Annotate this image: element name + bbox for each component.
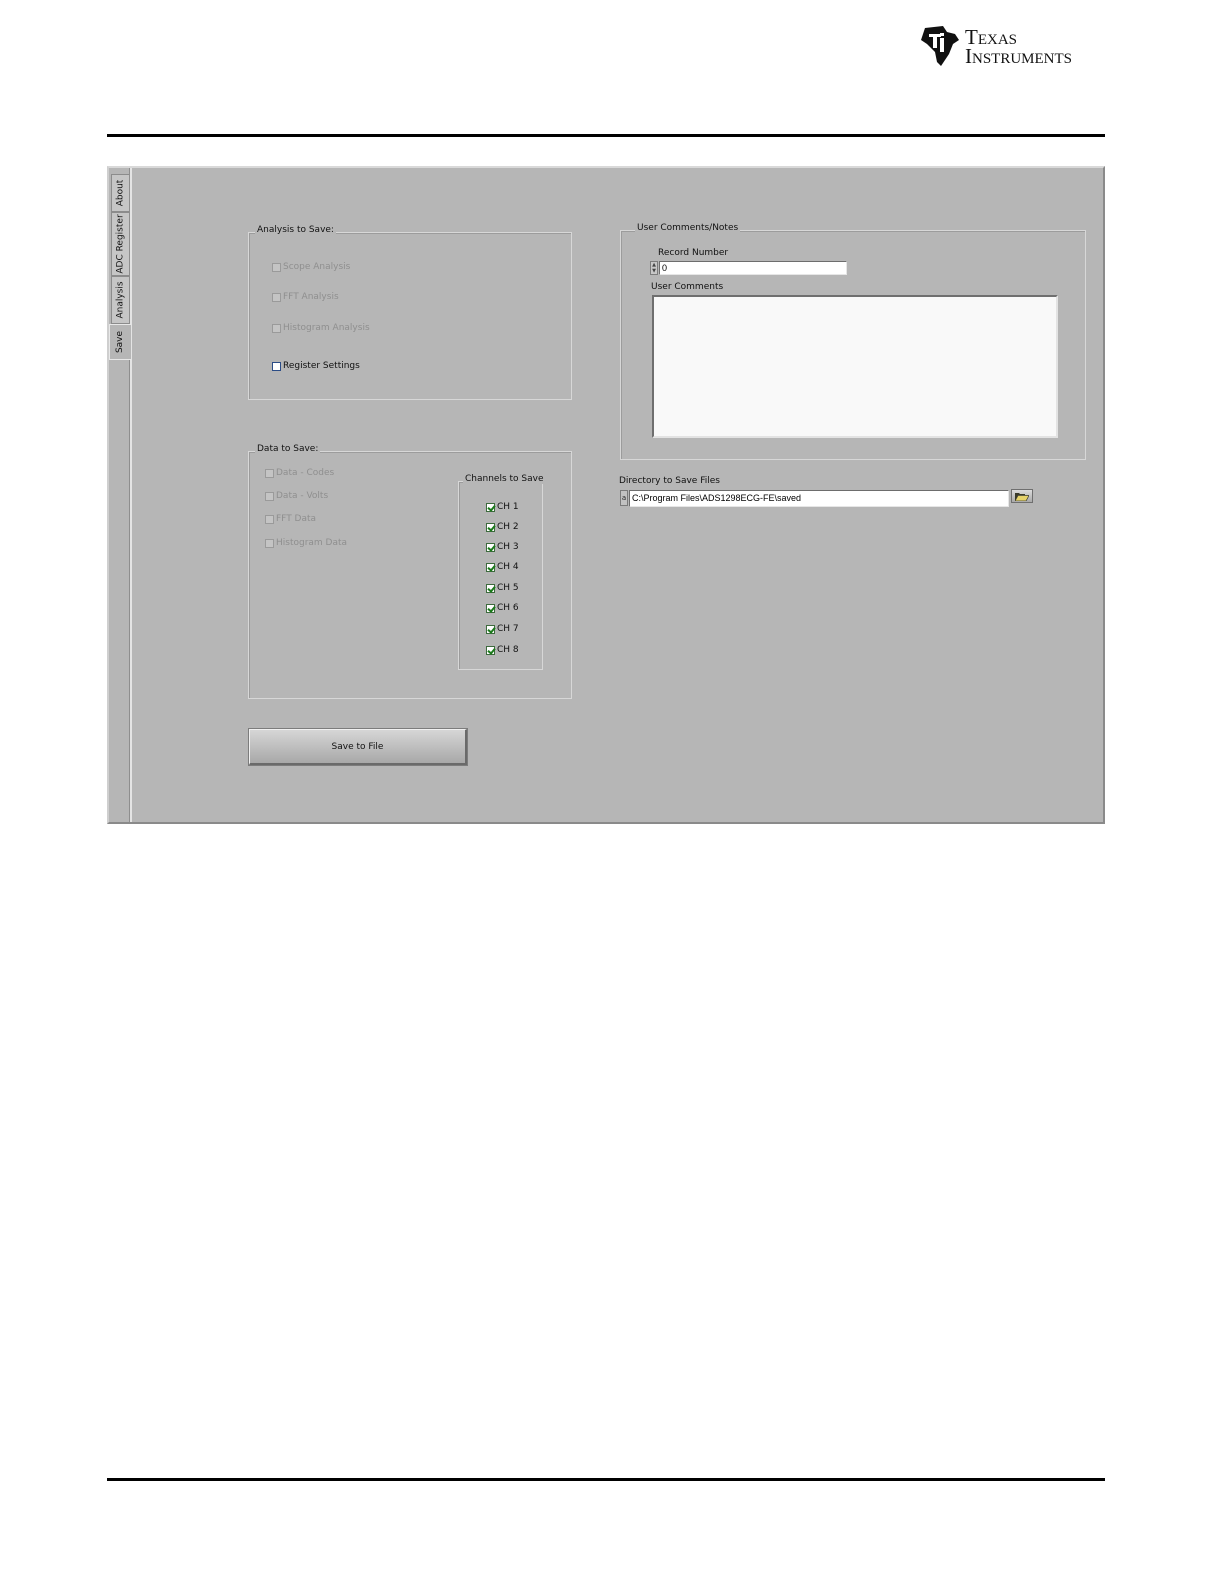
brand-line2: Instruments	[965, 44, 1073, 68]
analysis-group-title: Analysis to Save:	[255, 225, 336, 235]
tab-strip: About ADC Register Analysis Save	[109, 168, 132, 822]
checkbox-box[interactable]	[265, 514, 274, 524]
checkbox-label: Histogram Analysis	[283, 323, 370, 333]
tab-panel-edge	[129, 168, 132, 822]
checkbox-label: CH 6	[497, 603, 519, 613]
analysis-to-save-group	[248, 232, 572, 400]
record-number-label: Record Number	[658, 248, 729, 258]
checkbox-box[interactable]	[486, 522, 495, 532]
checkbox-box[interactable]	[265, 468, 274, 478]
data-group-title: Data to Save:	[255, 444, 321, 454]
comments-group-title: User Comments/Notes	[635, 223, 741, 233]
checkbox-box[interactable]	[486, 603, 495, 613]
channels-group-title: Channels to Save	[463, 474, 546, 484]
fft-data-checkbox[interactable]: FFT Data	[265, 514, 316, 524]
footer-rule	[107, 1478, 1105, 1481]
tab-analysis[interactable]: Analysis	[111, 276, 129, 324]
data-volts-checkbox[interactable]: Data - Volts	[265, 491, 328, 501]
checkbox-box[interactable]	[486, 583, 495, 593]
tab-save[interactable]: Save	[109, 324, 131, 360]
ch6-checkbox[interactable]: CH 6	[486, 603, 519, 613]
checkbox-label: Scope Analysis	[283, 262, 351, 272]
path-icon: a	[620, 490, 628, 506]
checkbox-label: CH 3	[497, 542, 519, 552]
checkbox-label: CH 8	[497, 645, 519, 655]
ti-logo: Texas Instruments	[919, 24, 1109, 70]
histogram-data-checkbox[interactable]: Histogram Data	[265, 538, 347, 548]
checkbox-label: FFT Analysis	[283, 292, 339, 302]
checkbox-label: Data - Codes	[276, 468, 335, 478]
directory-path-field[interactable]: C:\Program Files\ADS1298ECG-FE\saved	[629, 490, 1009, 507]
checkbox-label: FFT Data	[276, 514, 317, 524]
ch8-checkbox[interactable]: CH 8	[486, 645, 519, 655]
save-panel-window: About ADC Register Analysis Save Analysi…	[107, 166, 1105, 824]
checkbox-label: Register Settings	[283, 361, 360, 371]
checkbox-label: Histogram Data	[276, 538, 348, 548]
checkbox-box[interactable]	[272, 323, 281, 333]
user-comments-label: User Comments	[651, 282, 724, 292]
scope-analysis-checkbox[interactable]: Scope Analysis	[272, 262, 350, 272]
checkbox-label: CH 7	[497, 624, 519, 634]
checkbox-label: CH 5	[497, 583, 519, 593]
checkbox-box[interactable]	[272, 262, 281, 272]
checkbox-box[interactable]	[265, 538, 274, 548]
checkbox-box[interactable]	[486, 645, 495, 655]
tab-label: ADC Register	[115, 214, 126, 274]
tab-label: Analysis	[115, 281, 126, 319]
checkbox-box[interactable]	[486, 562, 495, 572]
tab-about[interactable]: About	[111, 174, 129, 212]
checkbox-label: Data - Volts	[276, 491, 329, 501]
folder-open-icon	[1015, 492, 1029, 501]
save-to-file-button[interactable]: Save to File	[248, 728, 468, 766]
checkbox-box[interactable]	[486, 502, 495, 512]
ch3-checkbox[interactable]: CH 3	[486, 542, 519, 552]
checkbox-label: CH 1	[497, 502, 519, 512]
checkbox-box[interactable]	[272, 361, 281, 371]
tab-label: Save	[115, 330, 126, 354]
tab-adc-register[interactable]: ADC Register	[111, 212, 129, 276]
data-codes-checkbox[interactable]: Data - Codes	[265, 468, 334, 478]
checkbox-box[interactable]	[272, 292, 281, 302]
checkbox-box[interactable]	[486, 624, 495, 634]
record-number-field[interactable]: 0	[659, 261, 847, 275]
checkbox-label: CH 2	[497, 522, 519, 532]
fft-analysis-checkbox[interactable]: FFT Analysis	[272, 292, 339, 302]
ch5-checkbox[interactable]: CH 5	[486, 583, 519, 593]
ch2-checkbox[interactable]: CH 2	[486, 522, 519, 532]
directory-label: Directory to Save Files	[619, 476, 720, 486]
ch1-checkbox[interactable]: CH 1	[486, 502, 519, 512]
browse-folder-button[interactable]	[1011, 489, 1033, 503]
checkbox-box[interactable]	[486, 542, 495, 552]
tab-label: About	[115, 179, 126, 207]
ch4-checkbox[interactable]: CH 4	[486, 562, 519, 572]
ti-logo-icon	[921, 26, 959, 66]
record-number-increment-icon[interactable]: ▲ ▼	[650, 261, 658, 275]
header-rule	[107, 134, 1105, 137]
user-comments-textarea[interactable]	[652, 295, 1058, 438]
checkbox-label: CH 4	[497, 562, 519, 572]
register-settings-checkbox[interactable]: Register Settings	[272, 361, 360, 371]
ch7-checkbox[interactable]: CH 7	[486, 624, 519, 634]
checkbox-box[interactable]	[265, 491, 274, 501]
histogram-analysis-checkbox[interactable]: Histogram Analysis	[272, 323, 370, 333]
